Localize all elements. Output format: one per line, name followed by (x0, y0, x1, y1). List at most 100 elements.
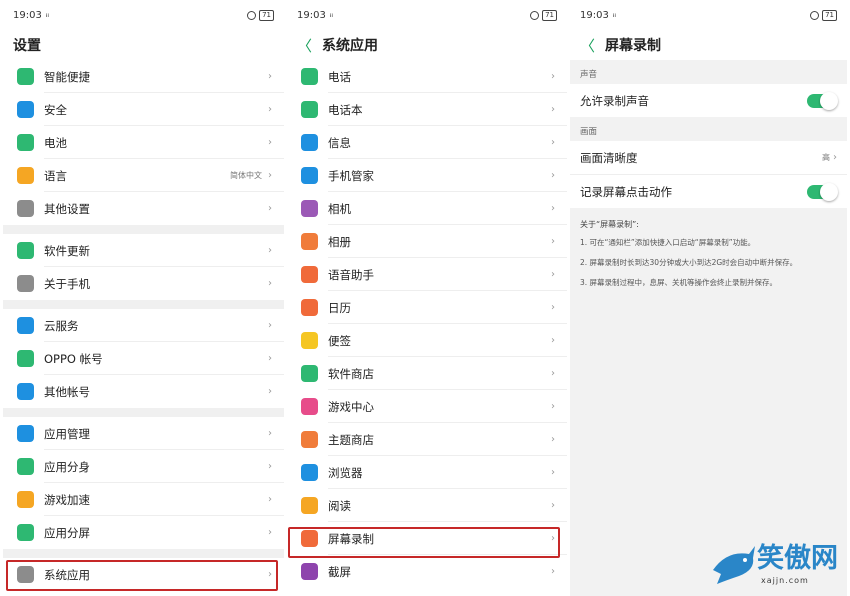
screen-record-screen: 19:03 ᵢₗ ᵢₗ 71 〈 屏幕录制 声音 允许录制声音 画面 画面清晰度… (570, 0, 847, 596)
list-item-label: 其他帐号 (44, 384, 90, 399)
status-bar: 19:03 ᵢₗ ᵢₗ 71 (3, 0, 284, 30)
list-item[interactable]: 游戏中心 › (287, 390, 567, 423)
record-touch-toggle[interactable] (807, 182, 838, 201)
list-item-label: 手机管家 (328, 168, 374, 183)
list-item[interactable]: 语音助手 › (287, 258, 567, 291)
battery-icon (17, 134, 34, 151)
chevron-right-icon: › (551, 236, 555, 247)
clarity-row[interactable]: 画面清晰度 高 › (570, 141, 847, 175)
section-sound: 声音 (580, 70, 598, 80)
list-item[interactable]: 软件商店 › (287, 357, 567, 390)
chevron-right-icon: › (551, 434, 555, 445)
status-time: 19:03 (13, 9, 42, 21)
list-item[interactable]: 游戏加速 › (3, 483, 284, 516)
user-icon (17, 383, 34, 400)
store-icon (301, 365, 318, 382)
page-header: 〈 屏幕录制 (570, 30, 847, 60)
status-bar: 19:03 ᵢₗ ᵢₗ 71 (570, 0, 847, 30)
list-item[interactable]: 手机管家 › (287, 159, 567, 192)
account-icon (17, 350, 34, 367)
palette-icon (301, 431, 318, 448)
list-item[interactable]: 电话 › (287, 60, 567, 93)
list-item[interactable]: 电话本 › (287, 93, 567, 126)
list-item[interactable]: 安全 › (3, 93, 284, 126)
clarity-label: 画面清晰度 (580, 150, 638, 165)
split-icon (17, 524, 34, 541)
photo-icon (301, 233, 318, 250)
group-gap (3, 408, 284, 417)
chevron-right-icon: › (268, 170, 272, 181)
chevron-right-icon: › (268, 245, 272, 256)
list-item[interactable]: 软件更新 › (3, 234, 284, 267)
browser-icon (301, 464, 318, 481)
about-notes: 关于“屏幕录制”: 1. 可在“通知栏”添加快捷入口启动“屏幕录制”功能。 2.… (570, 208, 847, 306)
list-item-label: 软件商店 (328, 366, 374, 381)
chevron-right-icon: › (551, 104, 555, 115)
chevron-right-icon: › (268, 428, 272, 439)
status-time: 19:03 (580, 9, 609, 21)
chevron-right-icon: › (268, 320, 272, 331)
allow-sound-row[interactable]: 允许录制声音 (570, 84, 847, 117)
list-item[interactable]: 应用分屏 › (3, 516, 284, 549)
chevron-right-icon: › (551, 467, 555, 478)
chevron-right-icon: › (268, 104, 272, 115)
list-item[interactable]: 相册 › (287, 225, 567, 258)
page-title: 系统应用 (322, 38, 379, 54)
list-item[interactable]: 相机 › (287, 192, 567, 225)
list-item[interactable]: 截屏 › (287, 555, 567, 588)
allow-sound-toggle[interactable] (807, 91, 838, 110)
list-item[interactable]: 日历 › (287, 291, 567, 324)
chevron-right-icon: › (551, 203, 555, 214)
section-picture: 画面 (580, 127, 598, 137)
list-item[interactable]: 便签 › (287, 324, 567, 357)
list-item[interactable]: 浏览器 › (287, 456, 567, 489)
note-icon (301, 332, 318, 349)
battery-indicator: 71 (542, 9, 557, 21)
list-item[interactable]: 应用管理 › (3, 417, 284, 450)
list-item[interactable]: 应用分身 › (3, 450, 284, 483)
list-item[interactable]: 阅读 › (287, 489, 567, 522)
list-item-value: 简体中文 (230, 171, 262, 180)
record-touch-row[interactable]: 记录屏幕点击动作 (570, 175, 847, 208)
page-title: 设置 (13, 38, 41, 54)
list-item[interactable]: 信息 › (287, 126, 567, 159)
list-item[interactable]: OPPO 帐号 › (3, 342, 284, 375)
note-line: 3. 屏幕录制过程中，息屏、关机等操作会终止录制并保存。 (580, 278, 778, 287)
list-item-label: 截屏 (328, 564, 351, 579)
back-icon[interactable]: 〈 (580, 35, 595, 56)
chevron-right-icon: › (551, 137, 555, 148)
highlight-screen-record (288, 527, 560, 558)
shark-icon (713, 546, 755, 584)
signal-icon: ᵢₗ ᵢₗ (45, 11, 49, 19)
list-item-label: 其他设置 (44, 201, 90, 216)
status-bar: 19:03 ᵢₗ ᵢₗ 71 (287, 0, 567, 30)
chevron-right-icon: › (268, 71, 272, 82)
shield-icon (17, 101, 34, 118)
mic-icon (301, 266, 318, 283)
about-title: 关于“屏幕录制”: (580, 220, 639, 229)
alarm-icon (530, 10, 540, 20)
list-item-label: 游戏中心 (328, 399, 374, 414)
list-item-label: 便签 (328, 333, 351, 348)
list-item-label: 电池 (44, 135, 67, 150)
list-item[interactable]: 云服务 › (3, 309, 284, 342)
back-icon[interactable]: 〈 (297, 35, 312, 56)
gamepad-icon (17, 491, 34, 508)
list-item-label: 相册 (328, 234, 351, 249)
alarm-icon (247, 10, 257, 20)
list-item[interactable]: 关于手机 › (3, 267, 284, 300)
list-item-label: 电话 (328, 69, 351, 84)
list-item[interactable]: 其他设置 › (3, 192, 284, 225)
battery-indicator: 71 (259, 9, 274, 21)
signal-icon: ᵢₗ ᵢₗ (612, 11, 616, 19)
list-item[interactable]: 语言 简体中文 › (3, 159, 284, 192)
system-apps-list: 电话 › 电话本 › 信息 › 手机管家 › 相机 › 相册 › 语音助手 › 日历 › 便签 › 软件商店 › 游戏中… (287, 60, 567, 588)
signal-icon: ᵢₗ ᵢₗ (329, 11, 333, 19)
list-item-label: 浏览器 (328, 465, 363, 480)
list-item[interactable]: 主题商店 › (287, 423, 567, 456)
list-item[interactable]: 其他帐号 › (3, 375, 284, 408)
list-item[interactable]: 电池 › (3, 126, 284, 159)
list-item-label: OPPO 帐号 (44, 351, 103, 366)
list-item[interactable]: 智能便捷 › (3, 60, 284, 93)
shield-icon (301, 167, 318, 184)
